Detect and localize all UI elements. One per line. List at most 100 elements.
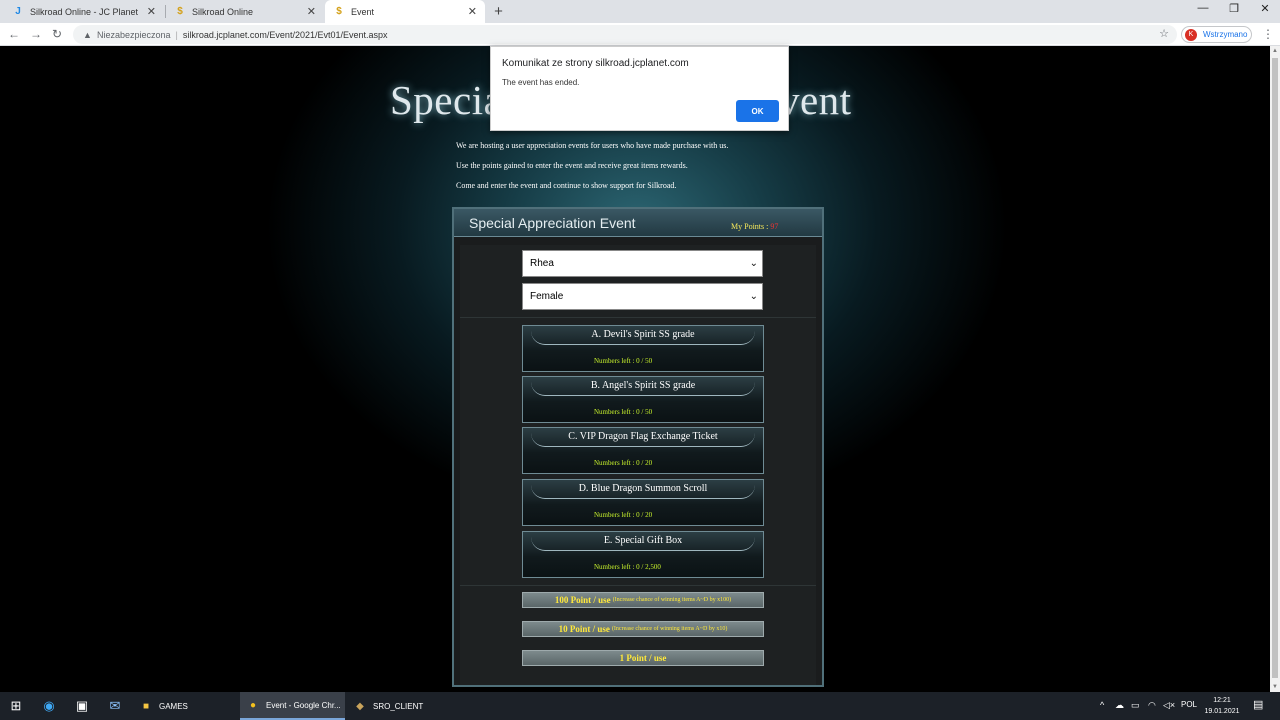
page-scrollbar[interactable]: ▲ ▼ [1270, 46, 1280, 692]
reload-icon[interactable]: ↻ [52, 27, 62, 41]
intro-line: Use the points gained to enter the event… [456, 161, 688, 170]
notification-icon[interactable]: ▤ [1253, 698, 1263, 711]
taskbar-app-games[interactable]: ■ GAMES [133, 692, 238, 720]
item-numbers-left: Numbers left : 0 / 20 [594, 459, 653, 467]
jc-planet-icon: J [15, 6, 21, 17]
divider [460, 585, 816, 586]
dialog-message: The event has ended. [502, 78, 580, 87]
tab-label: Event [351, 6, 375, 17]
event-item-b[interactable]: B. Angel's Spirit SS grade Numbers left … [522, 376, 764, 423]
server-select-value: Rhea [530, 258, 554, 269]
close-icon[interactable]: ✕ [307, 5, 316, 18]
profile-button[interactable]: K Wstrzymano [1181, 26, 1252, 43]
edge-icon[interactable]: ◉ [40, 697, 58, 715]
profile-status: Wstrzymano [1203, 30, 1248, 39]
address-divider: | [175, 29, 178, 40]
windows-taskbar: ⊞ ◉ ▣ ✉ ■ GAMES ● Event - Google Chr... … [0, 692, 1280, 720]
tab-label: Silkroad Online [192, 6, 254, 17]
browser-toolbar: ← → ↻ ▲ Niezabezpieczona | silkroad.jcpl… [0, 23, 1280, 46]
my-points: My Points : 97 [731, 222, 778, 231]
intro-line: We are hosting a user appreciation event… [456, 141, 729, 150]
wifi-icon[interactable]: ◠ [1148, 700, 1156, 711]
use-button-label: 10 Point / use [558, 624, 610, 634]
gender-select[interactable]: Female ⌄ [522, 283, 763, 310]
item-numbers-left: Numbers left : 0 / 50 [594, 357, 653, 365]
sro-client-icon: ◆ [356, 700, 364, 712]
alert-dialog: Komunikat ze strony silkroad.jcplanet.co… [490, 46, 789, 131]
scroll-down-icon[interactable]: ▼ [1272, 684, 1278, 690]
points-value: 97 [770, 222, 779, 231]
use-button-note: (Increase chance of winning items A~D by… [612, 597, 732, 603]
taskbar-app-label: SRO_CLIENT [373, 701, 424, 711]
minimize-button[interactable]: — [1188, 2, 1218, 14]
divider [460, 317, 816, 318]
panel-body: Rhea ⌄ Female ⌄ A. Devil's Spirit SS gra… [460, 245, 816, 685]
dialog-title: Komunikat ze strony silkroad.jcplanet.co… [502, 58, 689, 69]
folder-icon: ■ [142, 700, 150, 712]
server-select[interactable]: Rhea ⌄ [522, 250, 763, 277]
page-content: Special Appreciation Event We are hostin… [0, 46, 1270, 692]
event-item-d[interactable]: D. Blue Dragon Summon Scroll Numbers lef… [522, 479, 764, 526]
battery-icon[interactable]: ▭ [1131, 700, 1140, 711]
ok-button[interactable]: OK [736, 100, 779, 122]
star-icon[interactable]: ☆ [1159, 27, 1169, 40]
use-button-label: 1 Point / use [619, 653, 667, 663]
cloud-icon[interactable]: ☁ [1115, 700, 1124, 711]
windows-start-icon[interactable]: ⊞ [7, 697, 25, 715]
url-text[interactable]: silkroad.jcplanet.com/Event/2021/Evt01/E… [183, 30, 388, 40]
scrollbar-thumb[interactable] [1272, 58, 1278, 678]
item-name: E. Special Gift Box [603, 535, 683, 546]
use-100-points-button[interactable]: 100 Point / use (Increase chance of winn… [522, 592, 764, 608]
close-window-button[interactable]: ✕ [1250, 2, 1280, 15]
event-item-c[interactable]: C. VIP Dragon Flag Exchange Ticket Numbe… [522, 427, 764, 474]
security-label: Niezabezpieczona [97, 29, 171, 40]
event-item-a[interactable]: A. Devil's Spirit SS grade Numbers left … [522, 325, 764, 372]
clock-time: 12:21 [1213, 697, 1231, 704]
panel-header: Special Appreciation Event My Points : 9… [454, 209, 822, 237]
mail-icon[interactable]: ✉ [106, 697, 124, 715]
intro-line: Come and enter the event and continue to… [456, 181, 677, 190]
item-name: C. VIP Dragon Flag Exchange Ticket [568, 431, 718, 442]
taskbar-app-label: GAMES [159, 701, 188, 711]
item-name: D. Blue Dragon Summon Scroll [578, 483, 708, 494]
item-numbers-left: Numbers left : 0 / 20 [594, 511, 653, 519]
language-indicator[interactable]: POL [1181, 700, 1197, 709]
forward-icon[interactable]: → [30, 27, 42, 41]
panel-title: Special Appreciation Event [469, 215, 636, 231]
taskbar-app-label: Event - Google Chr... [266, 700, 341, 710]
event-panel: Special Appreciation Event My Points : 9… [452, 207, 824, 687]
use-button-label: 100 Point / use [554, 595, 611, 605]
store-icon[interactable]: ▣ [73, 697, 91, 715]
back-icon[interactable]: ← [8, 27, 20, 41]
scroll-up-icon[interactable]: ▲ [1272, 48, 1278, 54]
item-numbers-left: Numbers left : 0 / 2,500 [594, 563, 661, 571]
chevron-down-icon: ⌄ [749, 291, 758, 302]
avatar: K [1185, 28, 1197, 41]
tab-silkroad-online[interactable]: $ Silkroad Online ✕ [166, 0, 324, 23]
speaker-muted-icon[interactable]: ◁× [1163, 700, 1175, 711]
taskbar-app-sro-client[interactable]: ◆ SRO_CLIENT [347, 692, 452, 720]
tab-event[interactable]: $ Event ✕ [325, 0, 485, 23]
address-bar[interactable]: ▲ Niezabezpieczona | silkroad.jcplanet.c… [73, 25, 1177, 44]
close-icon[interactable]: ✕ [147, 5, 156, 18]
use-10-points-button[interactable]: 10 Point / use (Increase chance of winni… [522, 621, 764, 637]
event-item-e[interactable]: E. Special Gift Box Numbers left : 0 / 2… [522, 531, 764, 578]
new-tab-button[interactable]: + [489, 2, 508, 21]
chevron-up-icon[interactable]: ^ [1100, 700, 1104, 710]
maximize-button[interactable]: ❐ [1219, 2, 1249, 15]
item-name: A. Devil's Spirit SS grade [591, 329, 695, 340]
item-numbers-left: Numbers left : 0 / 50 [594, 408, 653, 416]
tab-silkroad-jcplanet[interactable]: J Silkroad Online - JC Planet ✕ [4, 0, 164, 23]
dollar-icon: $ [336, 6, 342, 17]
clock-date: 19.01.2021 [1204, 708, 1240, 715]
use-button-note: (Increase chance of winning items A~D by… [611, 626, 728, 632]
warning-icon[interactable]: ▲ [83, 30, 93, 40]
system-clock[interactable]: 12:21 19.01.2021 [1203, 695, 1241, 717]
close-icon[interactable]: ✕ [468, 5, 477, 18]
taskbar-app-chrome[interactable]: ● Event - Google Chr... [240, 692, 345, 720]
kebab-menu-icon[interactable]: ⋮ [1262, 27, 1274, 41]
tab-label: Silkroad Online - JC Planet [30, 6, 139, 17]
chrome-icon: ● [249, 699, 257, 711]
chevron-down-icon: ⌄ [749, 258, 758, 269]
use-1-point-button[interactable]: 1 Point / use [522, 650, 764, 666]
